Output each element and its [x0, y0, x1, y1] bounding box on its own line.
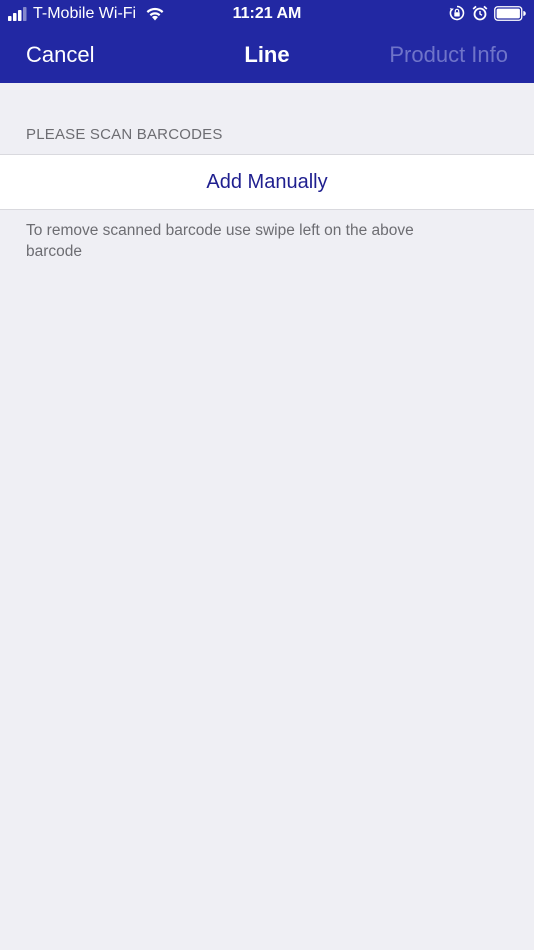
screen: T-Mobile Wi-Fi 11:21 AM Cancel Line Prod… [0, 0, 534, 950]
navigation-header: T-Mobile Wi-Fi 11:21 AM Cancel Line Prod… [0, 0, 534, 83]
orientation-lock-icon [449, 5, 465, 21]
swipe-instructions: To remove scanned barcode use swipe left… [26, 222, 414, 260]
alarm-icon [472, 5, 488, 21]
section-header-scan-barcodes: PLEASE SCAN BARCODES [26, 126, 223, 143]
add-manually-button[interactable]: Add Manually [0, 155, 534, 209]
status-bar: T-Mobile Wi-Fi 11:21 AM [0, 0, 534, 28]
battery-icon [494, 6, 526, 21]
product-info-button: Product Info [389, 42, 508, 67]
add-manually-cell[interactable]: Add Manually [0, 154, 534, 210]
